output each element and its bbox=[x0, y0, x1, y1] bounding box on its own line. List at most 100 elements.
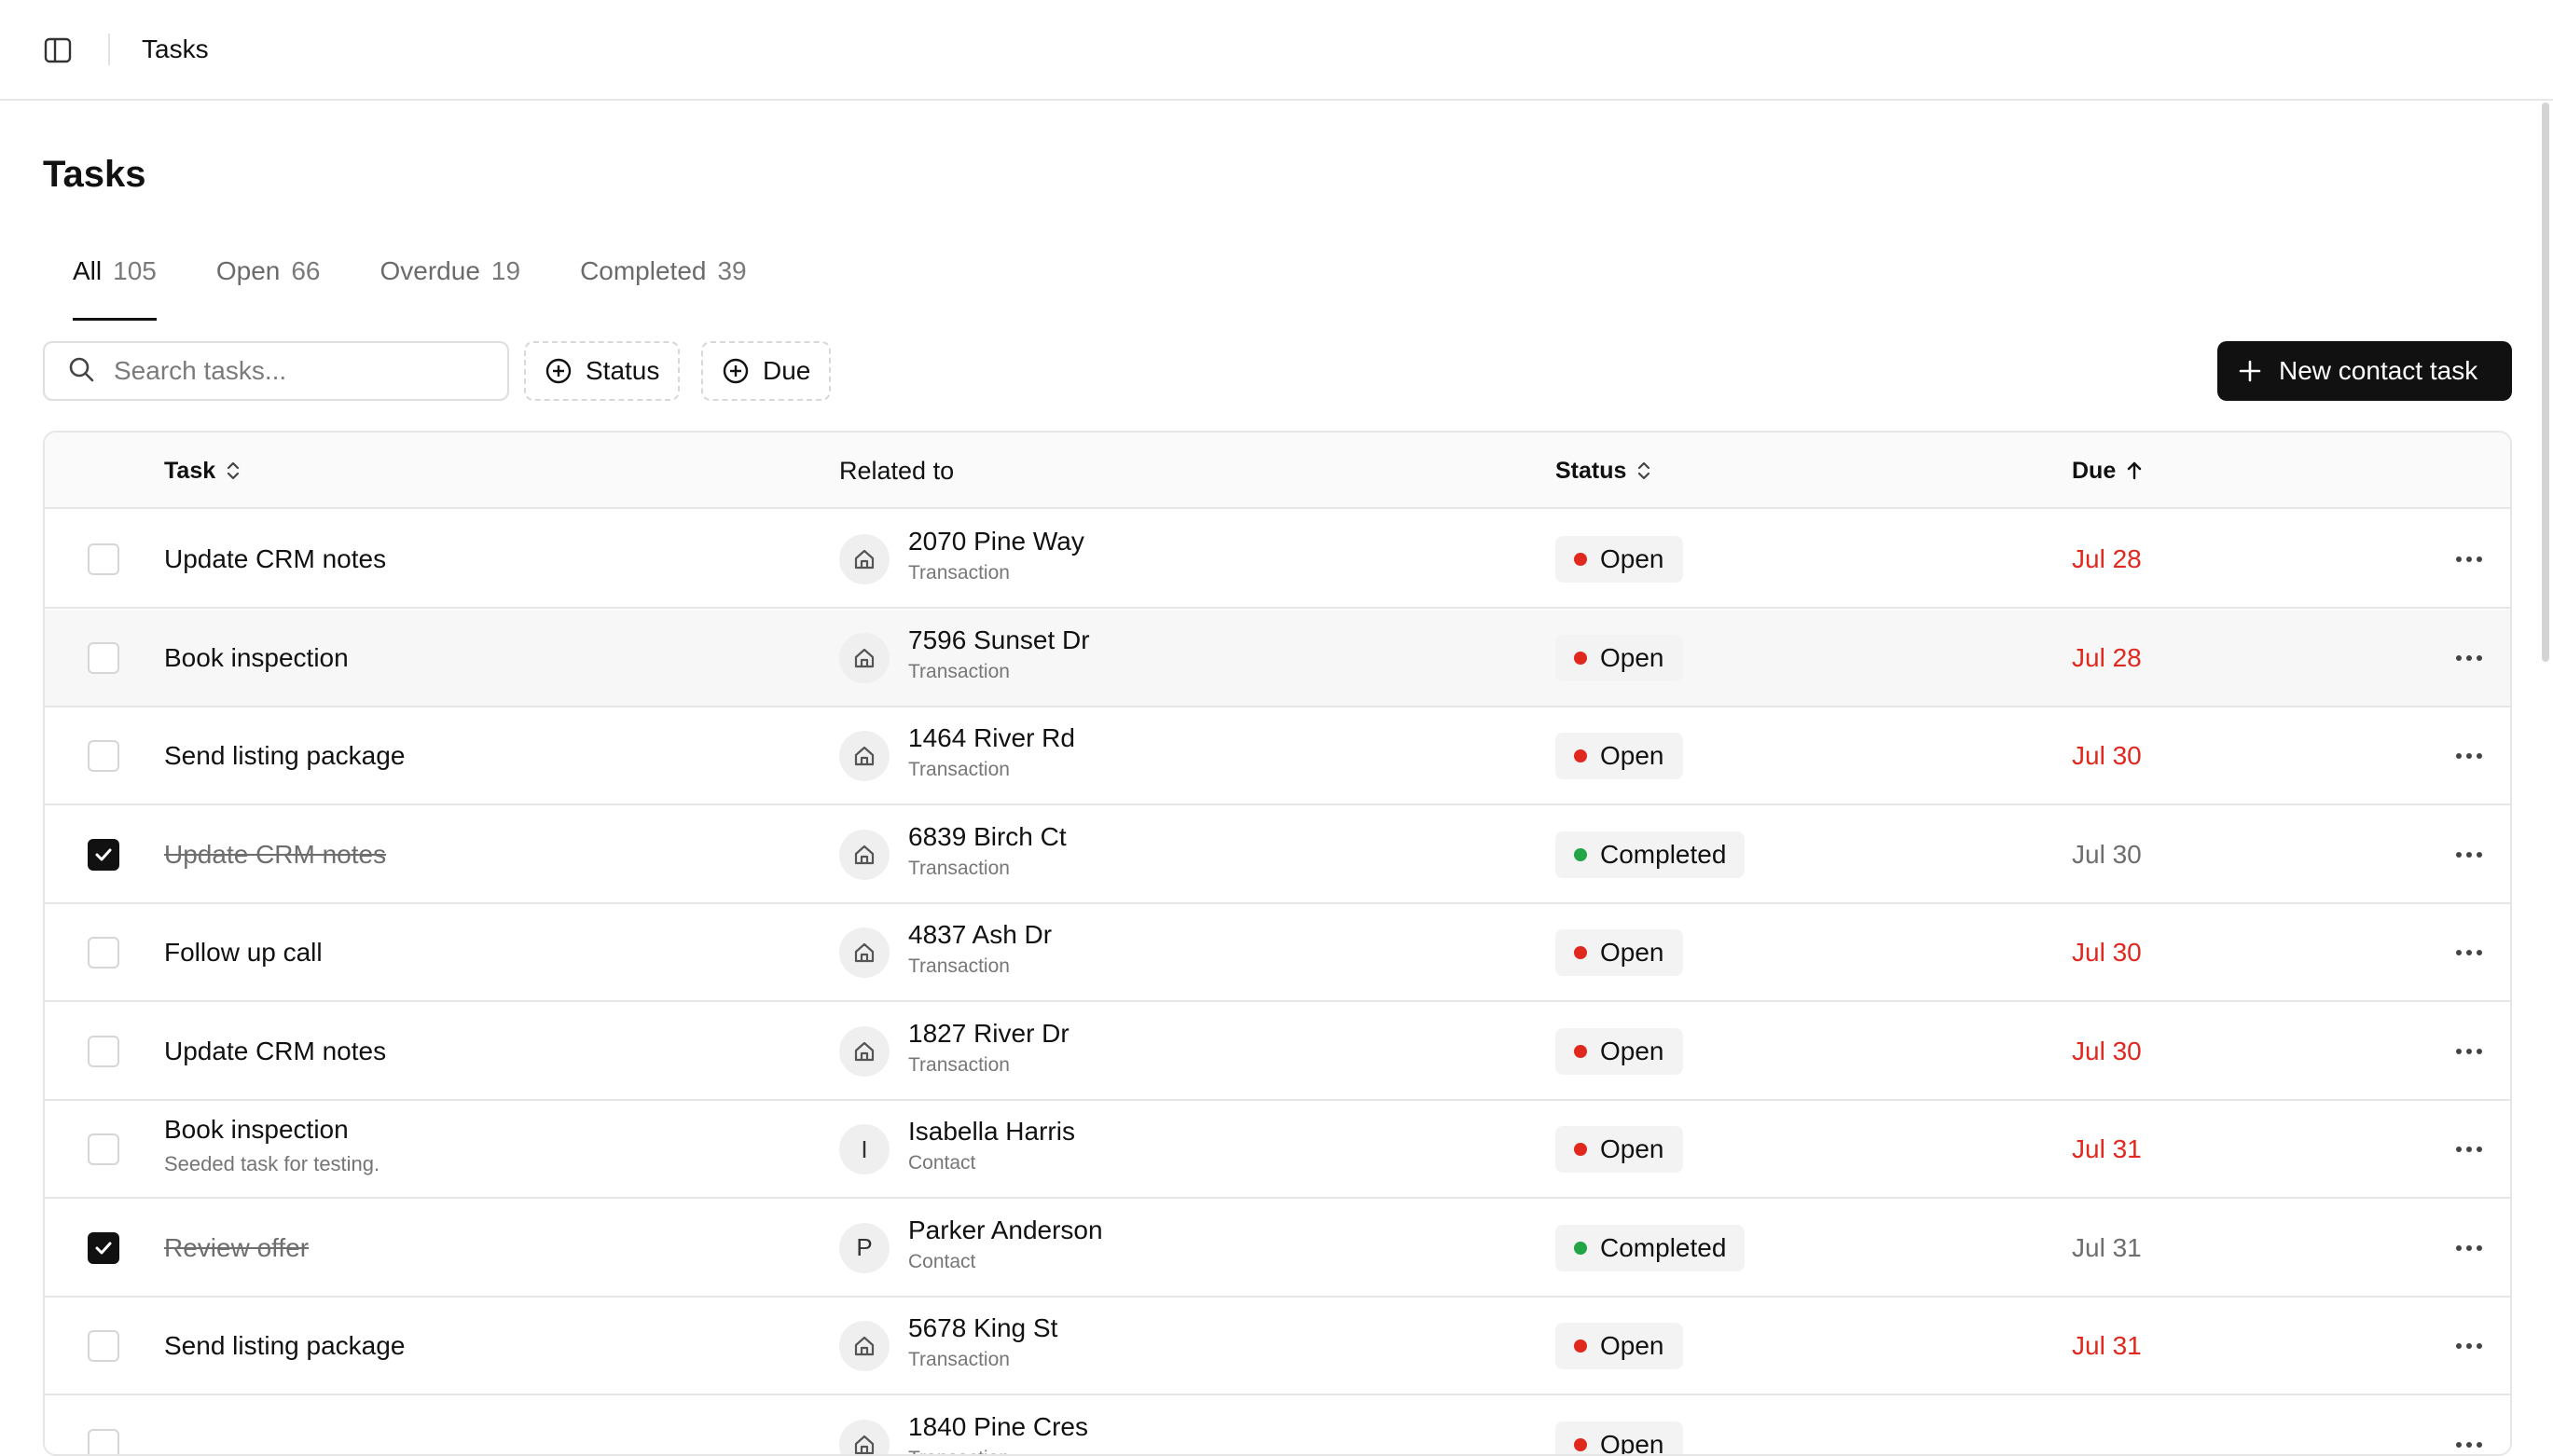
task-checkbox[interactable] bbox=[88, 1330, 119, 1362]
task-title[interactable]: Send listing package bbox=[164, 1330, 405, 1362]
table-row[interactable]: Send listing package1464 River RdTransac… bbox=[45, 707, 2510, 805]
status-badge: Completed bbox=[1555, 1225, 1745, 1271]
table-row[interactable]: Update CRM notes6839 Birch CtTransaction… bbox=[45, 806, 2510, 904]
status-label: Open bbox=[1600, 1430, 1664, 1456]
more-options-icon[interactable] bbox=[2450, 937, 2488, 968]
due-filter-label: Due bbox=[763, 356, 810, 386]
task-checkbox[interactable] bbox=[88, 839, 119, 871]
task-title[interactable]: Send listing package bbox=[164, 740, 405, 772]
related-name[interactable]: 5678 King St bbox=[908, 1312, 1057, 1344]
search-input[interactable] bbox=[112, 355, 485, 387]
related-name[interactable]: 1840 Pine Cres bbox=[908, 1411, 1088, 1443]
tab-open[interactable]: Open 66 bbox=[216, 250, 321, 321]
related-name[interactable]: Isabella Harris bbox=[908, 1116, 1075, 1147]
house-icon bbox=[839, 731, 890, 781]
table-row[interactable]: Follow up call4837 Ash DrTransactionOpen… bbox=[45, 904, 2510, 1002]
due-date: Jul 31 bbox=[2072, 1133, 2142, 1165]
top-bar: Tasks bbox=[0, 0, 2553, 101]
more-options-icon[interactable] bbox=[2450, 839, 2488, 871]
scrollbar[interactable] bbox=[2542, 103, 2549, 662]
tab-all[interactable]: All 105 bbox=[43, 250, 157, 321]
tab-overdue[interactable]: Overdue 19 bbox=[380, 250, 521, 321]
related-name[interactable]: 4837 Ash Dr bbox=[908, 919, 1052, 951]
task-title[interactable]: Review offer bbox=[164, 1232, 309, 1264]
related-name[interactable]: 6839 Birch Ct bbox=[908, 821, 1067, 853]
checkmark-icon bbox=[93, 845, 114, 865]
status-label: Open bbox=[1600, 741, 1664, 771]
table-row[interactable]: Review offerPParker AndersonContactCompl… bbox=[45, 1200, 2510, 1298]
more-options-icon[interactable] bbox=[2450, 1232, 2488, 1264]
status-badge: Open bbox=[1555, 1028, 1683, 1075]
task-checkbox[interactable] bbox=[88, 543, 119, 575]
status-dot bbox=[1574, 1438, 1587, 1451]
task-checkbox[interactable] bbox=[88, 740, 119, 772]
tab-count: 19 bbox=[491, 255, 520, 287]
table-row[interactable]: Update CRM notes2070 Pine WayTransaction… bbox=[45, 511, 2510, 609]
task-tabs: All 105 Open 66 Overdue 19 Completed 39 bbox=[43, 250, 807, 321]
tab-label: Open bbox=[216, 255, 281, 287]
task-checkbox[interactable] bbox=[88, 1429, 119, 1456]
due-date: Jul 30 bbox=[2072, 740, 2142, 772]
status-badge: Open bbox=[1555, 1422, 1683, 1456]
page-title: Tasks bbox=[43, 151, 145, 198]
task-title[interactable]: Book inspection bbox=[164, 642, 349, 674]
table-row[interactable]: 1840 Pine CresTransactionOpen bbox=[45, 1396, 2510, 1456]
task-checkbox[interactable] bbox=[88, 642, 119, 674]
task-checkbox[interactable] bbox=[88, 937, 119, 968]
related-type: Transaction bbox=[908, 1348, 1010, 1372]
column-header-status[interactable]: Status bbox=[1555, 455, 1652, 487]
related-name[interactable]: 1464 River Rd bbox=[908, 722, 1075, 754]
due-date: Jul 28 bbox=[2072, 642, 2142, 674]
task-checkbox[interactable] bbox=[88, 1133, 119, 1165]
tab-label: Completed bbox=[580, 255, 706, 287]
task-title[interactable]: Follow up call bbox=[164, 937, 323, 968]
contact-avatar: P bbox=[839, 1223, 890, 1273]
search-box[interactable] bbox=[43, 341, 509, 401]
more-options-icon[interactable] bbox=[2450, 1429, 2488, 1456]
status-dot bbox=[1574, 1242, 1587, 1255]
table-row[interactable]: Book inspection7596 Sunset DrTransaction… bbox=[45, 610, 2510, 707]
new-contact-task-button[interactable]: New contact task bbox=[2217, 341, 2512, 401]
more-options-icon[interactable] bbox=[2450, 543, 2488, 575]
related-name[interactable]: Parker Anderson bbox=[908, 1215, 1103, 1246]
task-title[interactable]: Update CRM notes bbox=[164, 1036, 386, 1067]
task-title[interactable]: Update CRM notes bbox=[164, 543, 386, 575]
arrow-up-icon bbox=[2125, 460, 2144, 482]
task-title[interactable]: Update CRM notes bbox=[164, 839, 386, 871]
more-options-icon[interactable] bbox=[2450, 1036, 2488, 1067]
column-header-task[interactable]: Task bbox=[164, 455, 242, 487]
sort-icon bbox=[1635, 460, 1652, 482]
task-checkbox[interactable] bbox=[88, 1036, 119, 1067]
table-row[interactable]: Book inspection Seeded task for testing. I… bbox=[45, 1101, 2510, 1199]
contact-avatar: I bbox=[839, 1124, 890, 1174]
task-subtitle: Seeded task for testing. bbox=[164, 1151, 380, 1177]
column-header-due[interactable]: Due bbox=[2072, 455, 2144, 487]
related-name[interactable]: 1827 River Dr bbox=[908, 1018, 1070, 1050]
table-row[interactable]: Update CRM notes1827 River DrTransaction… bbox=[45, 1003, 2510, 1101]
status-label: Open bbox=[1600, 643, 1664, 673]
sidebar-toggle-icon[interactable] bbox=[41, 35, 75, 65]
task-checkbox[interactable] bbox=[88, 1232, 119, 1264]
related-name[interactable]: 7596 Sunset Dr bbox=[908, 625, 1090, 656]
status-badge: Open bbox=[1555, 733, 1683, 779]
more-options-icon[interactable] bbox=[2450, 642, 2488, 674]
table-row[interactable]: Send listing package 5678 King St Transact… bbox=[45, 1298, 2510, 1395]
more-options-icon[interactable] bbox=[2450, 1330, 2488, 1362]
task-title[interactable]: Book inspection bbox=[164, 1114, 349, 1146]
due-date: Jul 30 bbox=[2072, 1036, 2142, 1067]
due-date: Jul 31 bbox=[2072, 1330, 2142, 1362]
new-contact-task-label: New contact task bbox=[2279, 356, 2477, 386]
status-dot bbox=[1574, 946, 1587, 959]
related-name[interactable]: 2070 Pine Way bbox=[908, 526, 1084, 557]
due-filter-button[interactable]: Due bbox=[701, 341, 831, 401]
status-label: Completed bbox=[1600, 1233, 1726, 1263]
more-options-icon[interactable] bbox=[2450, 1133, 2488, 1165]
tab-label: Overdue bbox=[380, 255, 480, 287]
tab-label: All bbox=[73, 255, 102, 287]
status-filter-button[interactable]: Status bbox=[524, 341, 680, 401]
column-header-label: Task bbox=[164, 455, 215, 487]
status-dot bbox=[1574, 1045, 1587, 1058]
house-icon bbox=[839, 830, 890, 880]
tab-completed[interactable]: Completed 39 bbox=[580, 250, 747, 321]
more-options-icon[interactable] bbox=[2450, 740, 2488, 772]
